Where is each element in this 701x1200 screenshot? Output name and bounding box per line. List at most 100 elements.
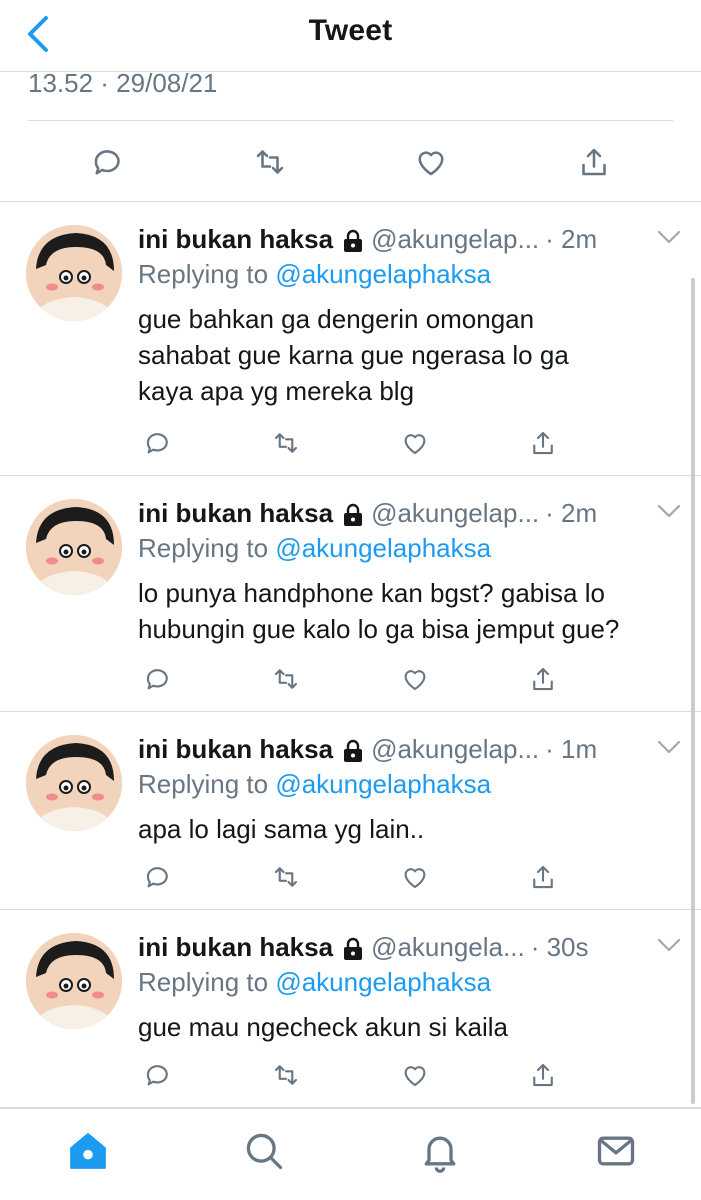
author-handle[interactable]: @akungelap... [371,734,539,765]
reply-button[interactable] [138,855,178,899]
tweet-actions [0,122,701,202]
share-icon [582,148,606,176]
like-button[interactable] [395,657,435,701]
author-handle[interactable]: @akungela... [371,932,525,963]
reply-icon [94,150,120,175]
like-button[interactable] [395,421,435,465]
reply-tweet[interactable]: ini bukan haksa @akungelap... · 1m Reply… [0,713,701,910]
like-button[interactable] [395,855,435,899]
share-button[interactable] [572,140,616,184]
notifications-icon [424,1136,456,1173]
avatar[interactable] [26,933,122,1029]
avatar[interactable] [26,499,122,595]
share-button[interactable] [523,1053,563,1097]
retweet-icon [274,669,298,689]
replying-to: Replying to @akungelaphaksa [138,259,492,289]
retweet-button[interactable] [266,855,306,899]
nav-search[interactable] [240,1127,288,1175]
reply-icon [146,867,168,888]
share-icon [533,667,553,691]
nav-messages[interactable] [592,1127,640,1175]
reply-icon [146,433,168,454]
avatar-image [26,499,122,595]
share-icon [533,865,553,889]
author-name[interactable]: ini bukan haksa [138,498,333,529]
retweet-icon [274,1065,298,1085]
retweet-button[interactable] [266,421,306,465]
reply-time: · 2m [545,497,598,528]
reply-icon [146,1065,168,1086]
page-title: Tweet [308,14,393,47]
like-button[interactable] [395,1053,435,1097]
retweet-icon [274,867,298,887]
reply-icon [146,669,168,690]
divider [28,120,673,121]
heart-icon [404,1066,426,1087]
heart-icon [404,670,426,691]
reply-actions [138,657,578,701]
avatar[interactable] [26,735,122,831]
avatar-image [26,225,122,321]
retweet-button[interactable] [266,657,306,701]
heart-icon [404,434,426,455]
like-button[interactable] [409,140,453,184]
home-icon [70,1133,106,1169]
avatar[interactable] [26,225,122,321]
lock-icon [344,739,363,762]
reply-button[interactable] [138,421,178,465]
lock-icon [344,229,363,252]
scrollbar[interactable] [691,278,695,1104]
mention-link[interactable]: @akungelaphaksa [275,769,491,799]
author-name[interactable]: ini bukan haksa [138,932,333,963]
heart-icon [404,868,426,889]
retweet-button[interactable] [266,1053,306,1097]
mention-link[interactable]: @akungelaphaksa [275,259,491,289]
chevron-down-icon[interactable] [657,229,681,245]
tweet-text: gue bahkan ga dengerin omongan sahabat g… [138,304,569,406]
share-icon [533,1063,553,1087]
nav-home[interactable] [64,1127,112,1175]
retweet-icon [274,433,298,453]
reply-button[interactable] [138,1053,178,1097]
reply-time: · 1m [545,733,598,764]
chevron-down-icon[interactable] [657,503,681,519]
author-handle[interactable]: @akungelap... [371,498,539,529]
author-name[interactable]: ini bukan haksa [138,734,333,765]
reply-button[interactable] [86,140,130,184]
share-button[interactable] [523,855,563,899]
retweet-icon [256,150,284,174]
reply-time: · 30s [530,931,589,962]
tweet-text: apa lo lagi sama yg lain.. [138,814,425,844]
heart-icon [418,151,444,176]
bottom-nav [0,1108,701,1200]
tweet-text: gue mau ngecheck akun si kaila [138,1012,509,1042]
author-name[interactable]: ini bukan haksa [138,224,333,255]
mention-link[interactable]: @akungelaphaksa [275,967,491,997]
reply-actions [138,855,578,899]
avatar-image [26,735,122,831]
tweet-timestamp: 13.52 · 29/08/21 [28,68,218,98]
share-button[interactable] [523,421,563,465]
replying-to: Replying to @akungelaphaksa [138,769,492,799]
retweet-button[interactable] [248,140,292,184]
reply-button[interactable] [138,657,178,701]
tweet-text: lo punya handphone kan bgst? gabisa lo h… [138,578,620,644]
reply-tweet[interactable]: ini bukan haksa @akungelap... · 2m Reply… [0,477,701,712]
reply-tweet[interactable]: ini bukan haksa @akungelap... · 2m Reply… [0,203,701,476]
share-button[interactable] [523,657,563,701]
reply-time: · 2m [545,223,598,254]
chevron-down-icon[interactable] [657,739,681,755]
reply-tweet[interactable]: ini bukan haksa @akungela... · 30s Reply… [0,911,701,1108]
author-handle[interactable]: @akungelap... [371,224,539,255]
replying-to: Replying to @akungelaphaksa [138,533,492,563]
mention-link[interactable]: @akungelaphaksa [275,533,491,563]
reply-actions [138,421,578,465]
reply-actions [138,1053,578,1097]
nav-notifications[interactable] [416,1127,464,1175]
avatar-image [26,933,122,1029]
messages-icon [597,1136,635,1166]
chevron-down-icon[interactable] [657,937,681,953]
share-icon [533,431,553,455]
lock-icon [344,503,363,526]
lock-icon [344,937,363,960]
